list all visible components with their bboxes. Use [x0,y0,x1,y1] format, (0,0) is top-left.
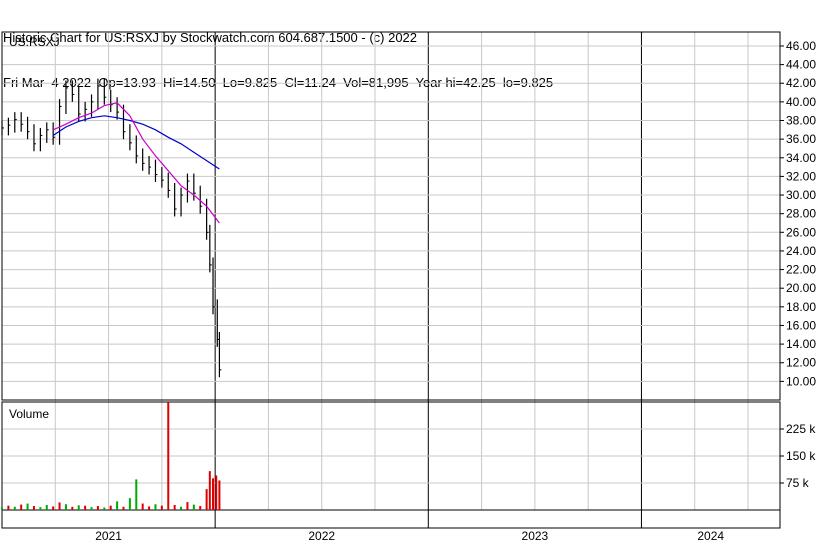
volume-bar [208,471,211,510]
price-tick-label: 44.00 [786,58,816,72]
volume-axis-ticks: 225 k 150 k 75 k [780,422,816,490]
price-tick-label: 34.00 [786,151,816,165]
price-tick-label: 14.00 [786,337,816,351]
chart-canvas: US:RSXJ Volume 46.00 44.00 42.00 40.00 38.00… [1,31,816,543]
volume-tick-label: 225 k [786,422,816,436]
price-tick-label: 12.00 [786,356,816,370]
volume-tick-label: 75 k [786,476,810,490]
volume-bar [20,504,23,510]
volume-bar [218,480,221,510]
price-tick-label: 30.00 [786,188,816,202]
volume-bar [141,503,144,510]
volume-bar [84,505,87,510]
volume-bar [96,506,99,510]
price-tick-label: 20.00 [786,281,816,295]
volume-bar [45,504,48,510]
year-label: 2021 [95,529,122,543]
ticker-label: US:RSXJ [9,35,60,49]
volume-bar [58,502,61,510]
price-axis-ticks: 46.00 44.00 42.00 40.00 38.00 36.00 34.00 32.00… [780,39,816,388]
price-tick-label: 28.00 [786,207,816,221]
volume-bar [32,506,35,510]
volume-bar [215,475,218,510]
volume-bar [39,507,42,510]
volume-bar [103,507,106,510]
volume-tick-label: 150 k [786,449,816,463]
time-axis-frame [1,509,781,529]
grid-lines [2,32,780,528]
volume-bar [192,504,195,510]
volume-bar [1,507,3,510]
volume-bar [64,504,67,510]
volume-bar [90,507,93,510]
volume-bar [212,478,215,510]
volume-bar [128,498,131,510]
plot-frames [1,31,781,529]
volume-bar [186,502,189,510]
price-tick-label: 18.00 [786,300,816,314]
price-tick-label: 46.00 [786,39,816,53]
price-bars [1,78,222,378]
volume-bar [154,504,157,510]
volume-bar [180,506,183,510]
volume-bar [71,506,74,510]
volume-bar [26,503,29,510]
year-label: 2024 [697,529,724,543]
price-tick-label: 36.00 [786,132,816,146]
price-tick-label: 10.00 [786,374,816,388]
volume-bar [109,505,112,510]
price-tick-label: 16.00 [786,318,816,332]
volume-bar [167,402,170,510]
price-tick-label: 32.00 [786,169,816,183]
volume-bar [122,506,125,510]
volume-bar [135,479,138,510]
price-tick-label: 40.00 [786,95,816,109]
volume-bar [199,506,202,510]
volume-bar [116,501,119,510]
volume-bar [148,506,151,510]
volume-bar [160,505,163,510]
volume-panel-title: Volume [9,407,49,421]
volume-bar [52,506,55,510]
volume-bar [205,489,208,510]
year-axis-labels: 2021 2022 2023 2024 [95,529,724,543]
price-tick-label: 26.00 [786,225,816,239]
price-tick-label: 38.00 [786,114,816,128]
price-tick-label: 22.00 [786,263,816,277]
volume-bar [77,505,80,510]
price-tick-label: 24.00 [786,244,816,258]
volume-bar [7,505,10,510]
year-label: 2022 [308,529,335,543]
price-panel-frame [1,31,781,401]
volume-bar [13,506,16,510]
year-label: 2023 [522,529,549,543]
volume-bar [173,504,176,510]
price-tick-label: 42.00 [786,76,816,90]
